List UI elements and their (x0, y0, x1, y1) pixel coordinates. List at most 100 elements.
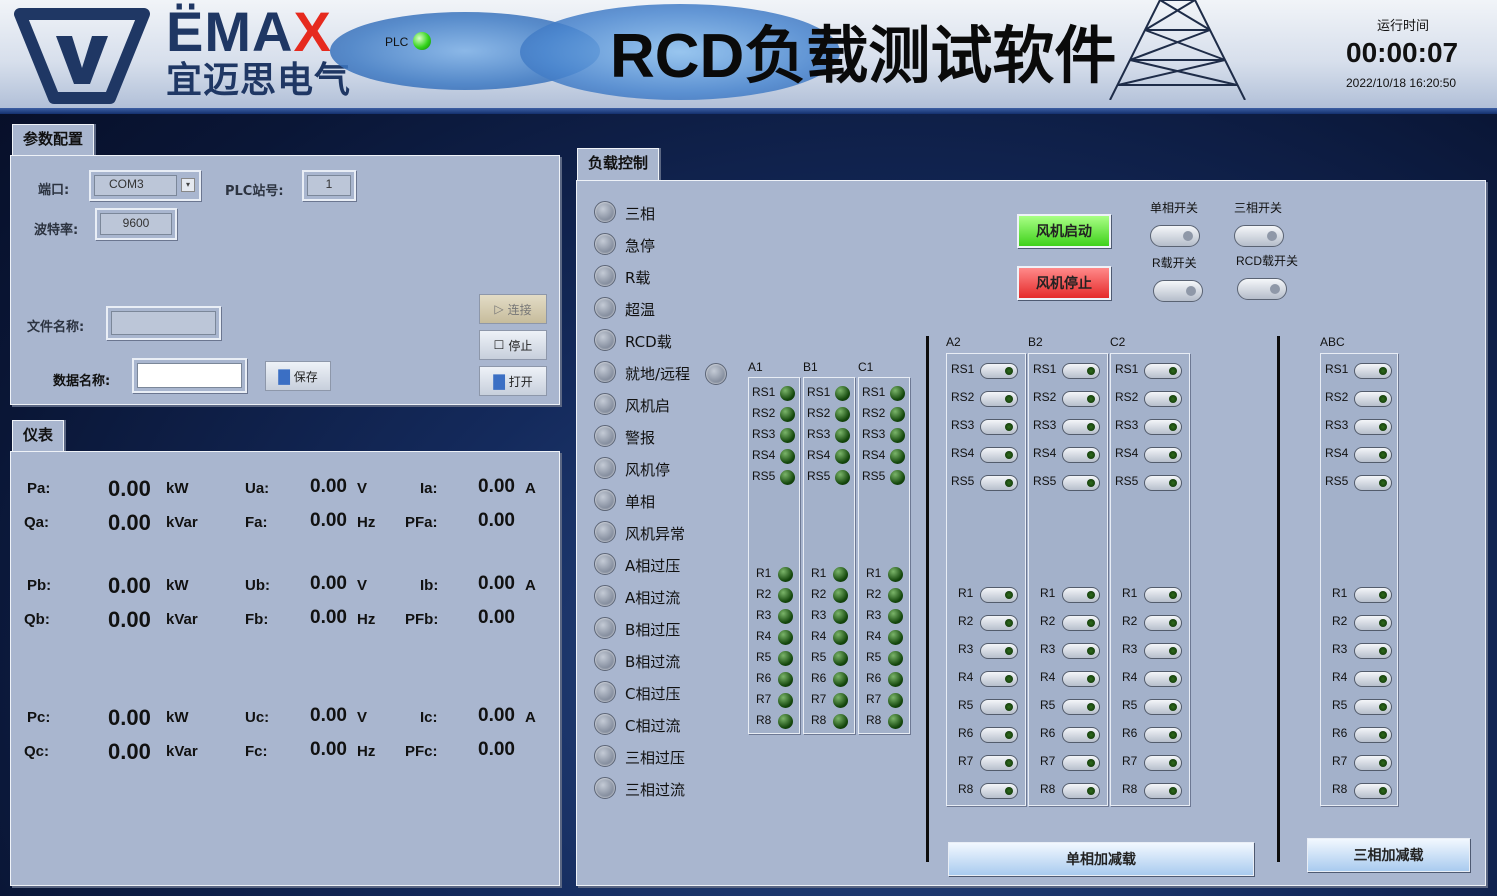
rs-switch-label: RS4 (1033, 446, 1057, 460)
rs-switch[interactable] (980, 475, 1018, 491)
data-name-field[interactable] (132, 358, 247, 393)
r-switch-label: R6 (1332, 726, 1348, 740)
stop-button[interactable]: ☐ 停止 (479, 330, 547, 360)
tab-load-control[interactable]: 负载控制 (577, 148, 660, 180)
rs-switch[interactable] (980, 391, 1018, 407)
r-switch-label: R3 (1122, 642, 1138, 656)
r-switch[interactable] (1062, 615, 1100, 631)
r-switch[interactable] (980, 643, 1018, 659)
rs-led (890, 449, 905, 464)
rcd-load-switch[interactable] (1237, 278, 1287, 300)
meter-key: Qa: (24, 514, 50, 531)
file-name-field[interactable] (106, 306, 221, 340)
rs-switch-label: RS2 (1033, 390, 1057, 404)
r-switch[interactable] (980, 699, 1018, 715)
r-switch[interactable] (980, 783, 1018, 799)
r-switch[interactable] (1354, 587, 1392, 603)
r-switch[interactable] (980, 727, 1018, 743)
r-switch[interactable] (1144, 727, 1182, 743)
r-switch[interactable] (980, 671, 1018, 687)
rs-led (780, 428, 795, 443)
r-led (778, 630, 793, 645)
rs-switch[interactable] (980, 419, 1018, 435)
r-switch-label: R8 (1332, 782, 1348, 796)
rs-switch[interactable] (1144, 363, 1182, 379)
r-switch[interactable] (1354, 615, 1392, 631)
rs-switch[interactable] (1354, 475, 1392, 491)
rs-switch[interactable] (1062, 475, 1100, 491)
rs-switch[interactable] (980, 447, 1018, 463)
meter-key: Ib: (420, 577, 439, 594)
fan-start-button[interactable]: 风机启动 (1017, 214, 1111, 248)
rs-switch[interactable] (1354, 419, 1392, 435)
r-switch[interactable] (1144, 615, 1182, 631)
baud-label: 波特率: (34, 223, 79, 238)
r-switch[interactable] (1144, 587, 1182, 603)
r-led (833, 588, 848, 603)
status-indicator (594, 201, 616, 223)
three-phase-switch[interactable] (1234, 225, 1284, 247)
open-button[interactable]: ▇ 打开 (479, 366, 547, 396)
r-switch[interactable] (980, 615, 1018, 631)
r-led (778, 567, 793, 582)
rs-switch[interactable] (1144, 447, 1182, 463)
rs-switch-label: RS5 (1033, 474, 1057, 488)
r-switch[interactable] (1354, 671, 1392, 687)
r-switch-label: R4 (958, 670, 974, 684)
three-phase-load-button[interactable]: 三相加减载 (1307, 838, 1470, 872)
rs-switch[interactable] (1062, 447, 1100, 463)
rs-switch[interactable] (1144, 419, 1182, 435)
port-select[interactable]: COM3 ▾ (89, 170, 201, 201)
r-switch[interactable] (1144, 671, 1182, 687)
rs-switch-label: RS5 (1115, 474, 1139, 488)
r-switch[interactable] (1062, 783, 1100, 799)
r-switch-label: R3 (1332, 642, 1348, 656)
rs-switch[interactable] (1144, 475, 1182, 491)
r-switch[interactable] (1144, 755, 1182, 771)
status-indicator (594, 297, 616, 319)
rs-switch[interactable] (1144, 391, 1182, 407)
rs-switch[interactable] (1062, 419, 1100, 435)
baud-field[interactable]: 9600 (95, 208, 177, 240)
r-switch[interactable] (1354, 783, 1392, 799)
rs-label: RS2 (807, 406, 831, 420)
rs-switch[interactable] (1062, 363, 1100, 379)
r-switch[interactable] (980, 755, 1018, 771)
rs-switch[interactable] (1354, 447, 1392, 463)
meter-key: PFb: (405, 611, 439, 628)
rs-led (890, 407, 905, 422)
r-switch[interactable] (1144, 699, 1182, 715)
header-divider (0, 108, 1497, 114)
rs-switch[interactable] (980, 363, 1018, 379)
fan-stop-button[interactable]: 风机停止 (1017, 266, 1111, 300)
tab-meter[interactable]: 仪表 (12, 420, 65, 452)
r-load-switch[interactable] (1153, 280, 1203, 302)
r-switch[interactable] (1062, 699, 1100, 715)
rs-led (835, 386, 850, 401)
r-switch[interactable] (1354, 643, 1392, 659)
r-switch[interactable] (1354, 699, 1392, 715)
tab-config[interactable]: 参数配置 (12, 124, 95, 156)
r-switch[interactable] (1062, 643, 1100, 659)
r-switch[interactable] (1062, 587, 1100, 603)
rs-switch[interactable] (1062, 391, 1100, 407)
r-switch[interactable] (1144, 783, 1182, 799)
plc-status-led (413, 32, 431, 50)
r-switch[interactable] (1062, 671, 1100, 687)
r-switch[interactable] (980, 587, 1018, 603)
r-switch[interactable] (1144, 643, 1182, 659)
r-switch[interactable] (1354, 755, 1392, 771)
single-phase-switch[interactable] (1150, 225, 1200, 247)
save-button[interactable]: ▇ 保存 (265, 361, 331, 391)
r-switch[interactable] (1062, 727, 1100, 743)
chevron-down-icon[interactable]: ▾ (181, 178, 195, 192)
r-led (778, 588, 793, 603)
rs-switch[interactable] (1354, 363, 1392, 379)
r-switch[interactable] (1062, 755, 1100, 771)
plc-station-field[interactable]: 1 (302, 170, 356, 201)
r-switch[interactable] (1354, 727, 1392, 743)
status-indicator-label: 超温 (625, 301, 656, 319)
connect-button[interactable]: ▷ 连接 (479, 294, 547, 324)
single-phase-load-button[interactable]: 单相加减载 (948, 842, 1254, 876)
rs-switch[interactable] (1354, 391, 1392, 407)
